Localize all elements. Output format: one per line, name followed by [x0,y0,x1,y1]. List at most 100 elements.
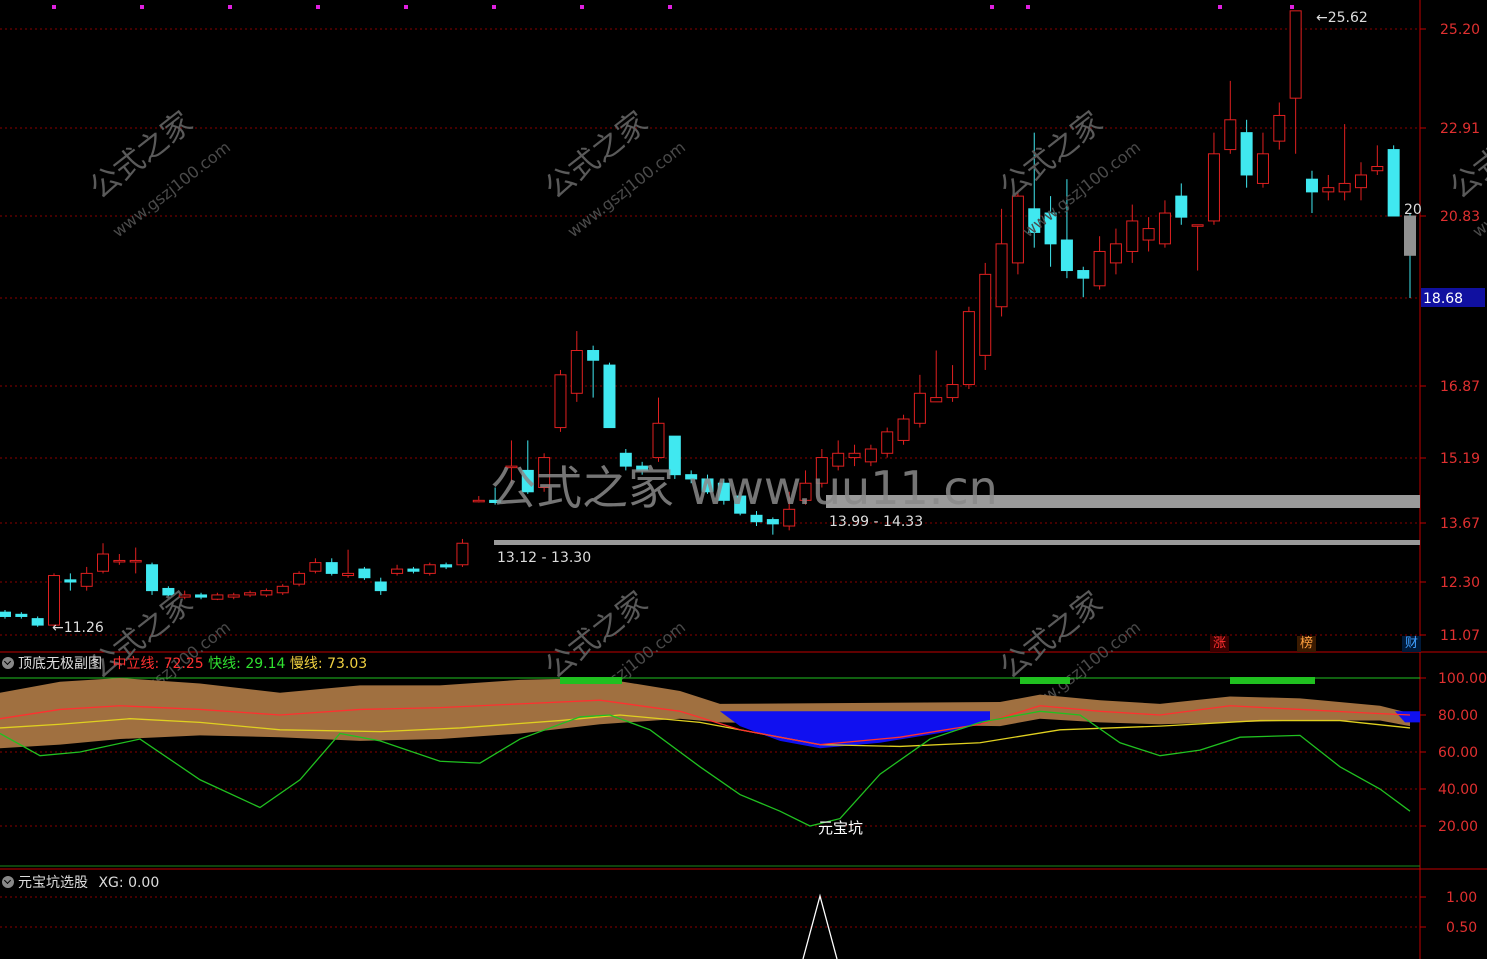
toolbar-dot [140,5,144,9]
sub1-tick-label: 80.00 [1438,708,1478,724]
candle-body [1305,178,1318,193]
candle-body [1387,149,1400,217]
badge-cai[interactable]: 财 [1402,636,1422,652]
sub1-tick-label: 60.00 [1438,745,1478,761]
candle-body [342,572,355,577]
candle-body [146,564,159,592]
toolbar-dot [1026,5,1030,9]
candle-body [930,397,943,403]
watermark-large: 公式之家 www.uu11.cn [490,461,998,515]
candle-body [1240,132,1253,176]
price-tick-label: 13.67 [1440,516,1480,532]
candle-body [946,384,959,399]
candle-body [979,273,992,356]
sub2-title-bar: 元宝坑选股 XG: 0.00 [0,873,159,893]
sub1-green-block [1020,677,1070,684]
mid-line-label: 中立线: 72.25 [112,656,204,672]
candle-body [1109,243,1122,264]
candle-body [195,594,208,598]
toolbar-dot [228,5,232,9]
candle-body [587,350,600,361]
candle-body [293,572,306,585]
candle-body [1093,250,1106,287]
price-tick-label: 15.19 [1440,451,1480,467]
sub1-tick-label: 40.00 [1438,782,1478,798]
candle-body [570,350,583,394]
price-tick-label: 11.07 [1440,628,1480,644]
candle-body [358,568,371,579]
sub1-tick-label: 100.00 [1438,671,1487,687]
candle-body [1338,182,1351,193]
slow-line-label: 慢线: 73.03 [289,656,368,672]
candle-body [97,553,110,572]
candle-body [227,594,240,598]
sub1-band [0,678,1410,749]
price-tick-label: 16.87 [1440,379,1480,395]
candle-body [15,613,28,617]
toolbar-dot [1218,5,1222,9]
zone1-label: 13.12 - 13.30 [497,550,591,566]
sub1-green-block [1230,677,1315,684]
candle-body [129,559,142,563]
candle-body [423,564,436,574]
candle-body [913,392,926,424]
candle-body [456,542,469,566]
candle-body [1158,212,1171,245]
candle-body [554,374,567,429]
yuanbaokeng-marker: 元宝坑 [818,819,863,837]
candle-body [407,568,420,572]
candle-body [1060,239,1073,272]
candle-body [244,592,257,596]
candle-body [374,581,387,592]
candle-body [260,590,273,596]
candle-body [80,572,93,587]
badge-zhang[interactable]: 涨 [1210,636,1230,652]
xg-label: XG: 0.00 [98,875,160,891]
candle-body [440,564,453,568]
candle-body [1175,195,1188,218]
candle-body [1256,153,1269,184]
collapse-icon[interactable] [2,876,14,888]
badge-bang[interactable]: 榜 [1297,636,1317,652]
candle-body [1273,114,1286,142]
candle-body [1354,174,1367,189]
candle-body [1207,153,1220,222]
candle-body [64,579,77,583]
candle-body [962,311,975,386]
candle-body [48,575,61,626]
candle-body [1289,10,1302,99]
candle-body [325,562,338,574]
candle-body [1404,215,1416,256]
toolbar-dot [1290,5,1294,9]
toolbar-dot [990,5,994,9]
candle-body [472,499,485,503]
candle-body [1077,270,1090,279]
sub2-tick-label: 0.50 [1446,920,1477,936]
candle-body [0,611,11,617]
toolbar-dot [580,5,584,9]
candle-body [31,618,44,626]
candle-body [1371,166,1384,172]
sub1-title-bar: 顶底无极副图 中立线: 72.25 快线: 29.14 慢线: 73.03 [0,654,367,674]
fast-line-label: 快线: 29.14 [208,656,286,672]
candle-body [995,243,1008,308]
candle-body [276,585,289,594]
toolbar-dot [668,5,672,9]
sub2-tick-label: 1.00 [1446,890,1477,906]
candle-body [1142,228,1155,241]
low-price-annotation: ←11.26 [52,620,104,636]
toolbar-dot [316,5,320,9]
toolbar-dot [492,5,496,9]
sub1-title: 顶底无极副图 [18,656,102,672]
support-zone-lower [494,540,1420,545]
candle-body [113,559,126,563]
sub1-green-block [560,677,622,684]
high-price-annotation: ←25.62 [1316,10,1368,26]
toolbar-dot [52,5,56,9]
price-tick-label: 22.91 [1440,121,1480,137]
candle-body [603,364,616,429]
collapse-icon[interactable] [2,657,14,669]
toolbar-dot [404,5,408,9]
sub2-title: 元宝坑选股 [18,875,88,891]
candle-body [1322,187,1335,193]
